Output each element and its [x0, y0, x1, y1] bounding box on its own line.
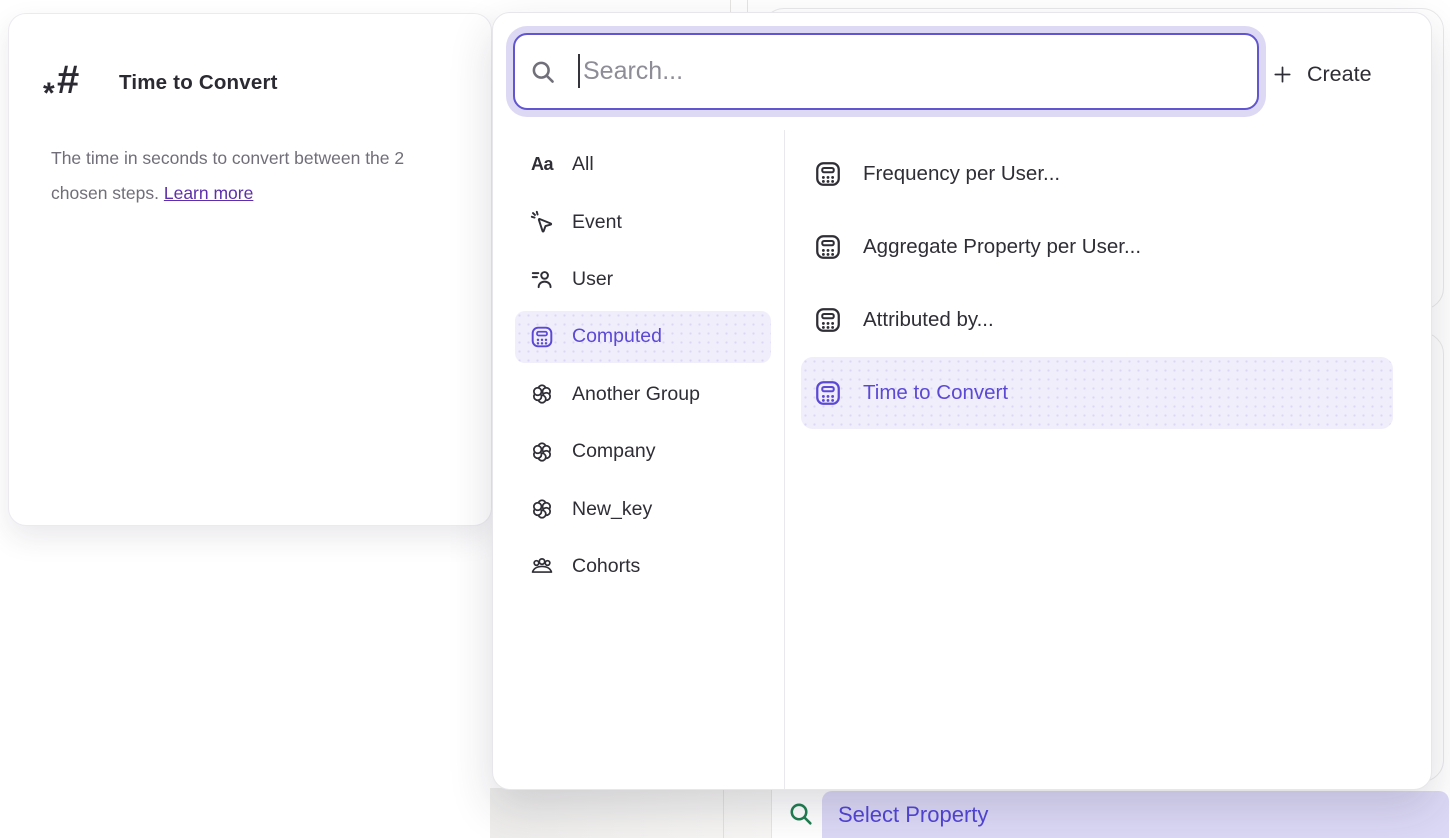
sidebar-item-company[interactable]: Company [515, 426, 771, 477]
result-item-time-to-convert[interactable]: Time to Convert [801, 357, 1393, 429]
group-icon [529, 496, 555, 522]
learn-more-link[interactable]: Learn more [164, 183, 254, 203]
create-button-label: Create [1307, 62, 1372, 87]
plus-icon [1271, 63, 1294, 86]
sidebar-item-event[interactable]: Event [515, 196, 771, 247]
text-cursor [578, 54, 580, 88]
select-property-label: Select Property [838, 802, 988, 828]
calculator-icon [813, 232, 843, 262]
select-property-field[interactable]: Select Property [822, 791, 1449, 838]
sidebar-item-another-group[interactable]: Another Group [515, 369, 771, 420]
event-click-icon [529, 209, 555, 235]
sidebar-item-cohorts[interactable]: Cohorts [515, 541, 771, 592]
background-divider [771, 788, 772, 838]
list-divider [784, 130, 785, 789]
create-button[interactable]: Create [1271, 52, 1372, 96]
sidebar-item-user[interactable]: User [515, 254, 771, 305]
property-picker-dropdown: Create Aa All Event [492, 12, 1432, 790]
number-property-icon: # * [45, 58, 101, 116]
results-list: Frequency per User... Aggregate Property… [801, 138, 1393, 430]
tooltip-description: The time in seconds to convert between t… [51, 141, 443, 211]
app-background: Select Property # * Time to Convert The … [0, 0, 1450, 838]
search-icon-green [787, 800, 815, 828]
calculator-icon [813, 305, 843, 335]
search-input-container[interactable] [513, 33, 1259, 110]
group-icon [529, 381, 555, 407]
sidebar-item-all[interactable]: Aa All [515, 139, 771, 190]
result-item-aggregate-property-per-user[interactable]: Aggregate Property per User... [801, 211, 1393, 283]
background-panel [490, 788, 772, 838]
calculator-icon [813, 159, 843, 189]
group-icon [529, 439, 555, 465]
result-item-frequency-per-user[interactable]: Frequency per User... [801, 138, 1393, 210]
sidebar-item-new-key[interactable]: New_key [515, 483, 771, 534]
calculator-icon [529, 324, 555, 350]
cohorts-icon [529, 553, 555, 579]
property-tooltip-card: # * Time to Convert The time in seconds … [8, 13, 492, 526]
sidebar-item-computed[interactable]: Computed [515, 311, 771, 362]
search-input[interactable] [571, 57, 1243, 86]
category-list: Aa All Event [515, 139, 771, 598]
user-icon [529, 266, 555, 292]
search-icon [529, 58, 557, 86]
background-divider [723, 788, 724, 838]
tooltip-title: Time to Convert [119, 71, 278, 95]
result-item-attributed-by[interactable]: Attributed by... [801, 284, 1393, 356]
calculator-icon [813, 378, 843, 408]
text-format-icon: Aa [529, 152, 555, 178]
